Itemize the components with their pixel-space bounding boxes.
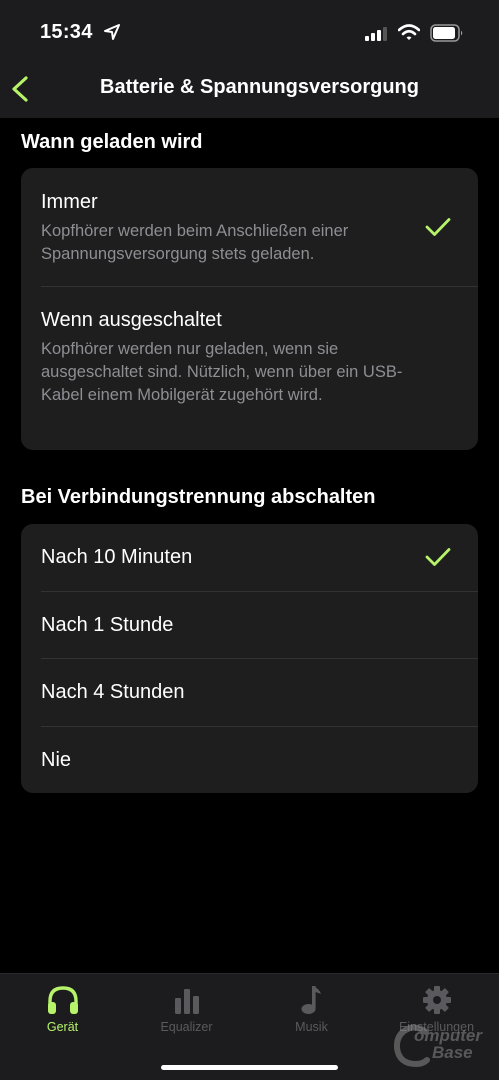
- battery-icon: [430, 24, 463, 42]
- tab-equalizer[interactable]: Equalizer: [124, 974, 249, 1044]
- status-bar: 15:34: [0, 0, 499, 62]
- status-time: 15:34: [40, 21, 93, 43]
- wifi-icon: [398, 24, 420, 40]
- auto-off-options-group: Nach 10 Minuten Nach 1 Stunde Nach 4 Stu…: [21, 524, 478, 793]
- option-label: Nach 1 Stunde: [41, 614, 174, 636]
- music-note-icon: [301, 986, 321, 1014]
- tab-label: Equalizer: [160, 1020, 213, 1034]
- option-label: Immer: [41, 191, 98, 213]
- equalizer-icon: [174, 989, 199, 1014]
- tab-label: Musik: [295, 1020, 328, 1034]
- charging-option-when-off[interactable]: Wenn ausgeschaltet Kopfhörer werden nur …: [21, 287, 478, 450]
- auto-off-option-10-minutes[interactable]: Nach 10 Minuten: [21, 524, 478, 591]
- charging-options-group: Immer Kopfhörer werden beim Anschließen …: [21, 168, 478, 450]
- option-label: Nie: [41, 749, 72, 771]
- cellular-signal-icon: [365, 27, 387, 41]
- auto-off-option-never[interactable]: Nie: [21, 727, 478, 793]
- headphones-icon: [47, 986, 78, 1014]
- checkmark-icon: [425, 548, 451, 566]
- auto-off-option-1-hour[interactable]: Nach 1 Stunde: [21, 592, 478, 659]
- watermark-text: Base: [432, 1043, 473, 1062]
- computerbase-watermark: omputer Base: [392, 1024, 492, 1068]
- tab-music[interactable]: Musik: [249, 974, 374, 1044]
- section-header-auto-off: Bei Verbindungstrennung abschalten: [21, 486, 376, 508]
- tab-label: Gerät: [46, 1020, 79, 1034]
- auto-off-option-4-hours[interactable]: Nach 4 Stunden: [21, 659, 478, 726]
- option-description: Kopfhörer werden nur geladen, wenn sie a…: [41, 340, 403, 404]
- home-indicator[interactable]: [161, 1065, 338, 1070]
- checkmark-icon: [425, 218, 451, 236]
- section-header-charging: Wann geladen wird: [21, 131, 203, 153]
- option-label: Nach 10 Minuten: [41, 546, 193, 568]
- option-label: Nach 4 Stunden: [41, 681, 185, 703]
- tab-device[interactable]: Gerät: [0, 974, 125, 1044]
- charging-option-always[interactable]: Immer Kopfhörer werden beim Anschließen …: [21, 168, 478, 286]
- page-title: Batterie & Spannungsversorgung: [100, 76, 419, 98]
- option-description: Kopfhörer werden beim Anschließen einer …: [41, 222, 349, 263]
- location-arrow-icon: [104, 24, 120, 40]
- option-label: Wenn ausgeschaltet: [41, 309, 222, 331]
- navigation-bar: Batterie & Spannungsversorgung: [0, 62, 499, 118]
- gear-icon: [422, 986, 451, 1014]
